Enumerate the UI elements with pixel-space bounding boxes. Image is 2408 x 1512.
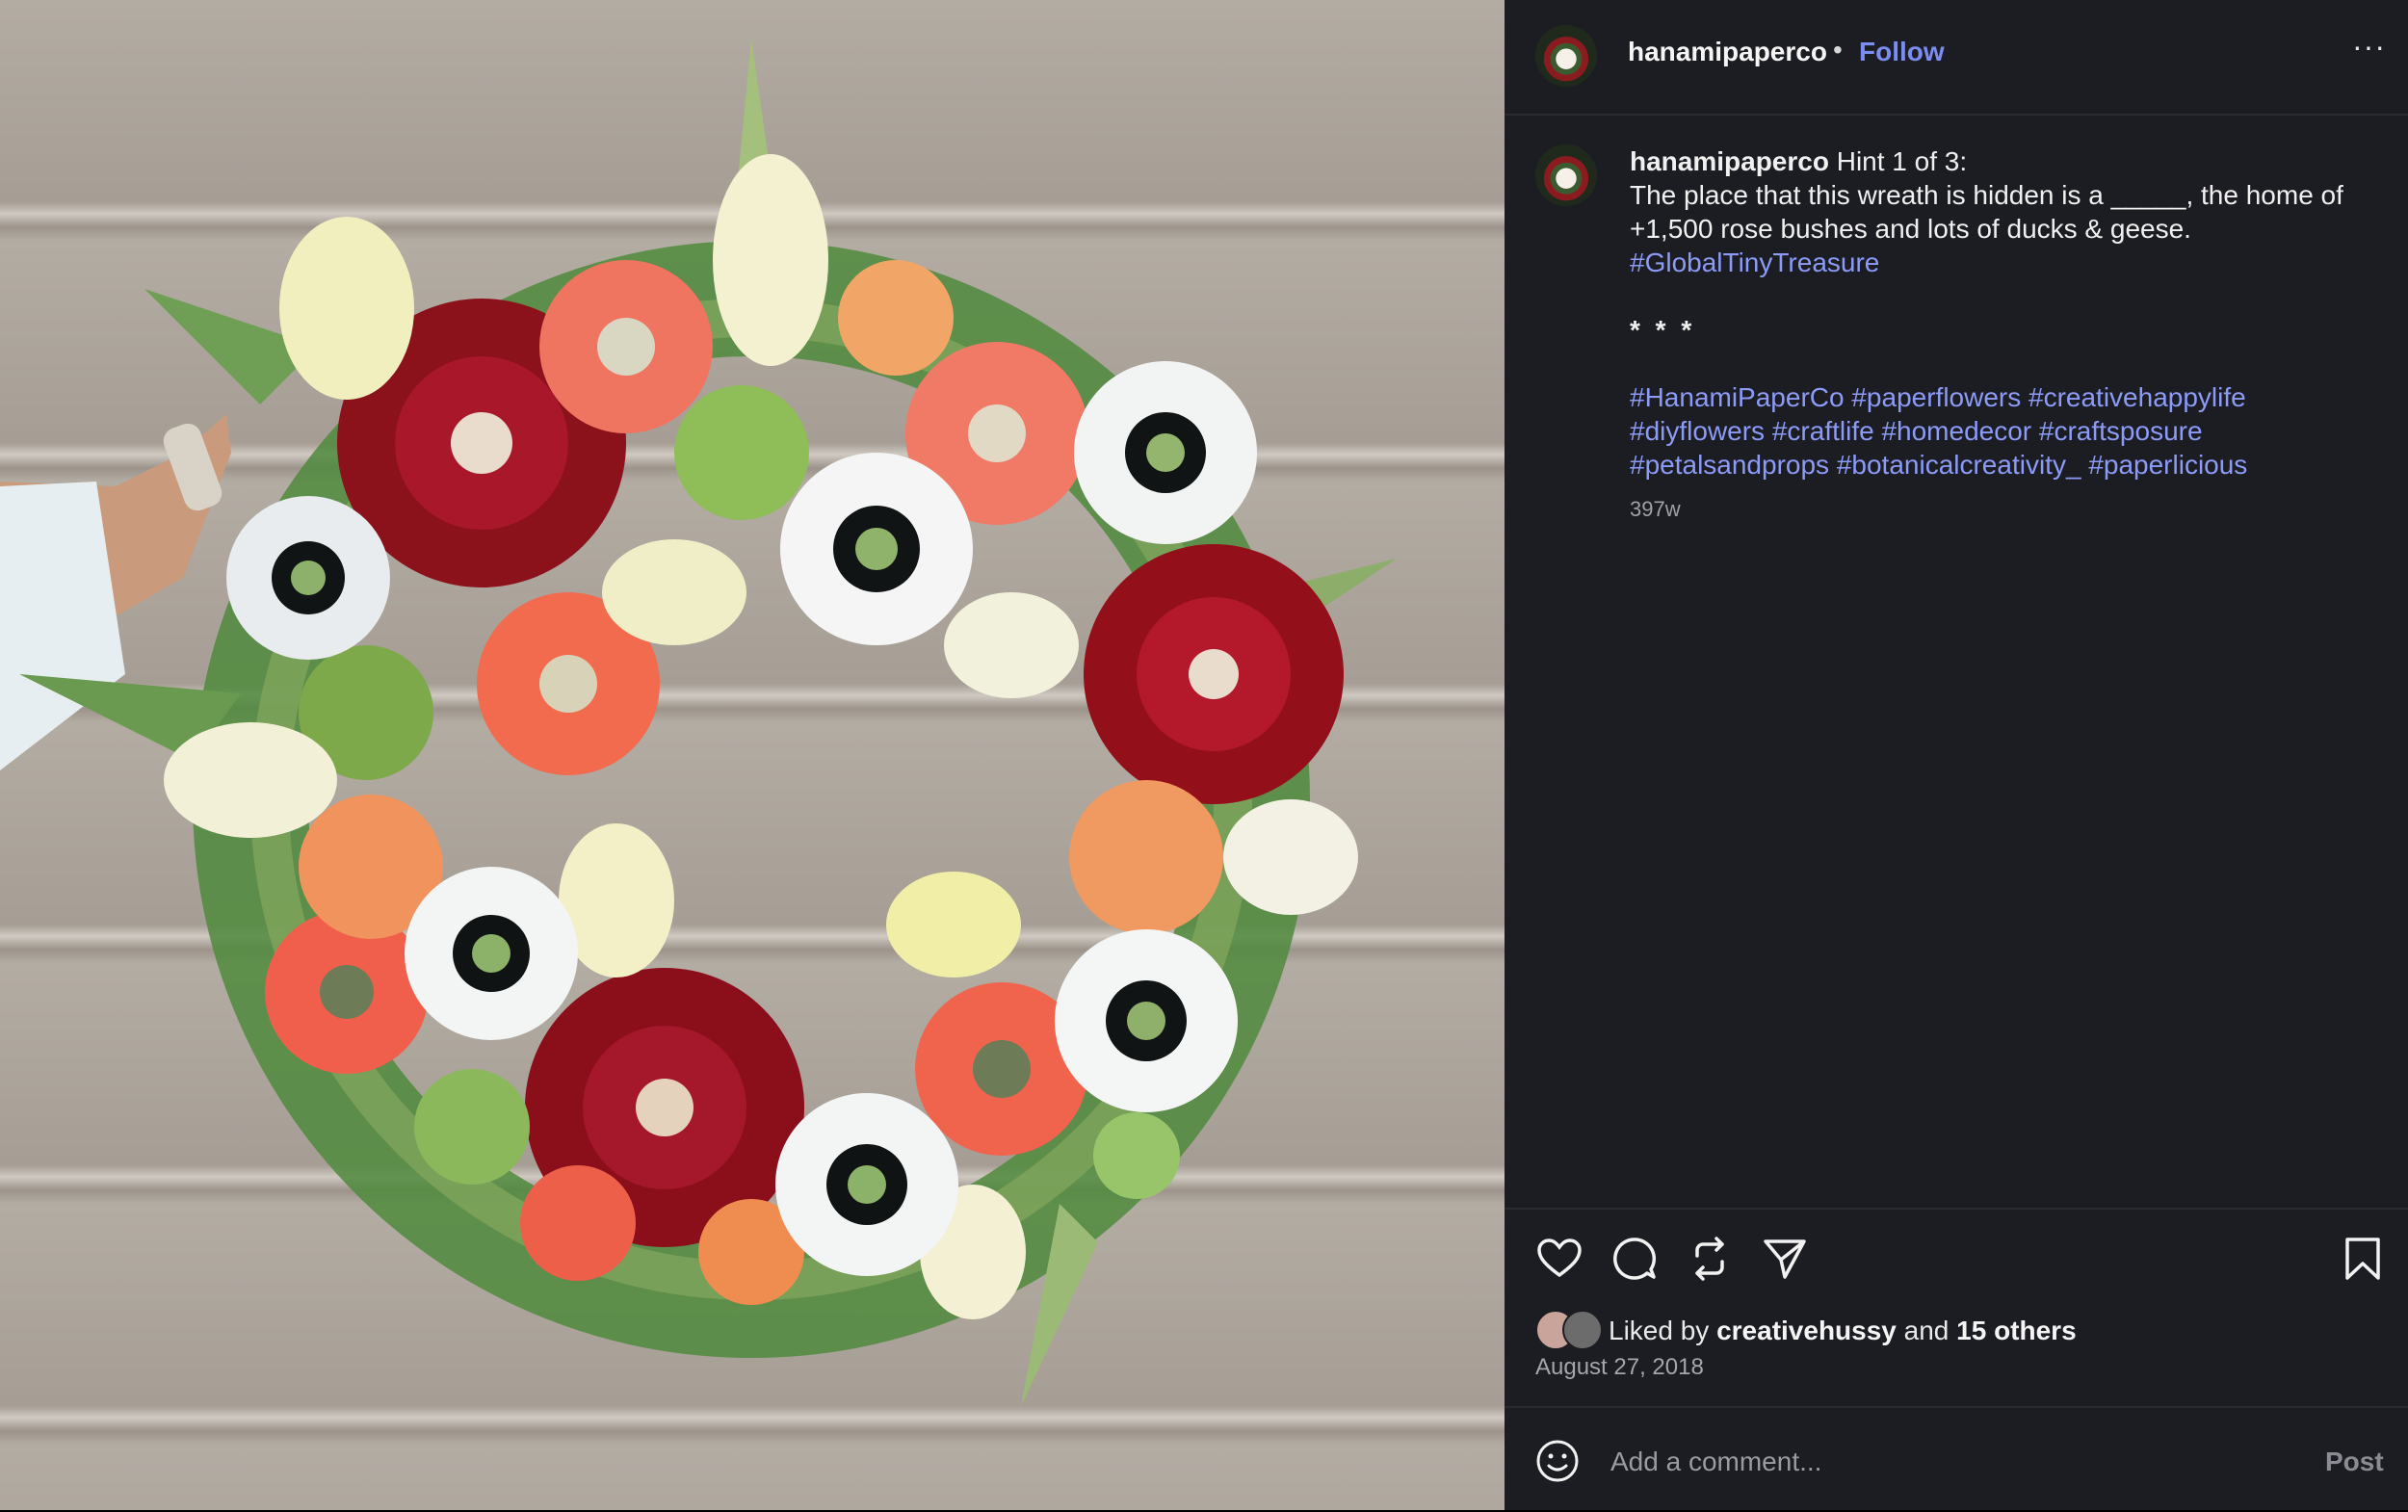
- caption-avatar[interactable]: [1535, 144, 1597, 206]
- repost-icon[interactable]: [1686, 1235, 1734, 1283]
- caption-username[interactable]: hanamipaperco: [1630, 146, 1829, 176]
- post-image[interactable]: [0, 0, 1505, 1510]
- wreath-illustration: [0, 39, 1397, 1406]
- share-icon[interactable]: [1761, 1235, 1809, 1283]
- hashtag[interactable]: #paperlicious: [2088, 450, 2247, 480]
- post-date[interactable]: August 27, 2018: [1535, 1354, 1704, 1381]
- instagram-post-viewer: hanamipaperco • Follow ··· hanamipaperco…: [0, 0, 2408, 1510]
- post-side-panel: hanamipaperco • Follow ··· hanamipaperco…: [1505, 0, 2408, 1510]
- action-bar: [1505, 1208, 2408, 1325]
- comment-bar: Add a comment... Post: [1505, 1406, 2408, 1512]
- username-link[interactable]: hanamipaperco: [1628, 37, 1827, 67]
- post-comment-button[interactable]: Post: [2325, 1447, 2384, 1477]
- hashtag[interactable]: #paperflowers: [1851, 382, 2021, 412]
- more-options-icon[interactable]: ···: [2352, 29, 2386, 65]
- hashtag[interactable]: #craftsposure: [2039, 416, 2203, 446]
- hashtag[interactable]: #diyflowers: [1630, 416, 1765, 446]
- liked-by-prefix: Liked by: [1609, 1316, 1710, 1345]
- comment-input[interactable]: Add a comment...: [1610, 1447, 1821, 1477]
- hashtag[interactable]: #botanicalcreativity_: [1837, 450, 2081, 480]
- post-header: hanamipaperco • Follow ···: [1505, 0, 2408, 116]
- hashtag-main[interactable]: #GlobalTinyTreasure: [1630, 246, 2381, 279]
- liked-by-conj: and: [1903, 1316, 1950, 1345]
- comment-icon[interactable]: [1610, 1235, 1659, 1283]
- bookmark-icon[interactable]: [2339, 1235, 2387, 1283]
- caption-stars: * * *: [1630, 315, 1696, 345]
- hashtag[interactable]: #creativehappylife: [2028, 382, 2246, 412]
- hashtag[interactable]: #petalsandprops: [1630, 450, 1829, 480]
- separator-dot: •: [1833, 35, 1843, 65]
- hashtag[interactable]: #craftlife: [1772, 416, 1874, 446]
- follow-button[interactable]: Follow: [1859, 37, 1945, 67]
- post-age[interactable]: 397w: [1630, 497, 1681, 522]
- emoji-icon[interactable]: [1533, 1437, 1582, 1485]
- caption-line2: The place that this wreath is hidden is …: [1630, 180, 2343, 244]
- liked-by-text[interactable]: Liked by creativehussy and 15 others: [1609, 1316, 2077, 1346]
- liked-by-user[interactable]: creativehussy: [1716, 1316, 1897, 1345]
- caption-line1: Hint 1 of 3:: [1836, 146, 1968, 176]
- heart-icon[interactable]: [1535, 1235, 1584, 1283]
- caption: hanamipaperco Hint 1 of 3: The place tha…: [1630, 144, 2381, 482]
- liked-by-others[interactable]: 15 others: [1956, 1316, 2077, 1345]
- avatar: [1562, 1310, 1603, 1350]
- avatar[interactable]: [1535, 25, 1597, 87]
- hashtag[interactable]: #homedecor: [1881, 416, 2031, 446]
- hashtag[interactable]: #HanamiPaperCo: [1630, 382, 1845, 412]
- hashtag-list: #HanamiPaperCo #paperflowers #creativeha…: [1630, 380, 2381, 482]
